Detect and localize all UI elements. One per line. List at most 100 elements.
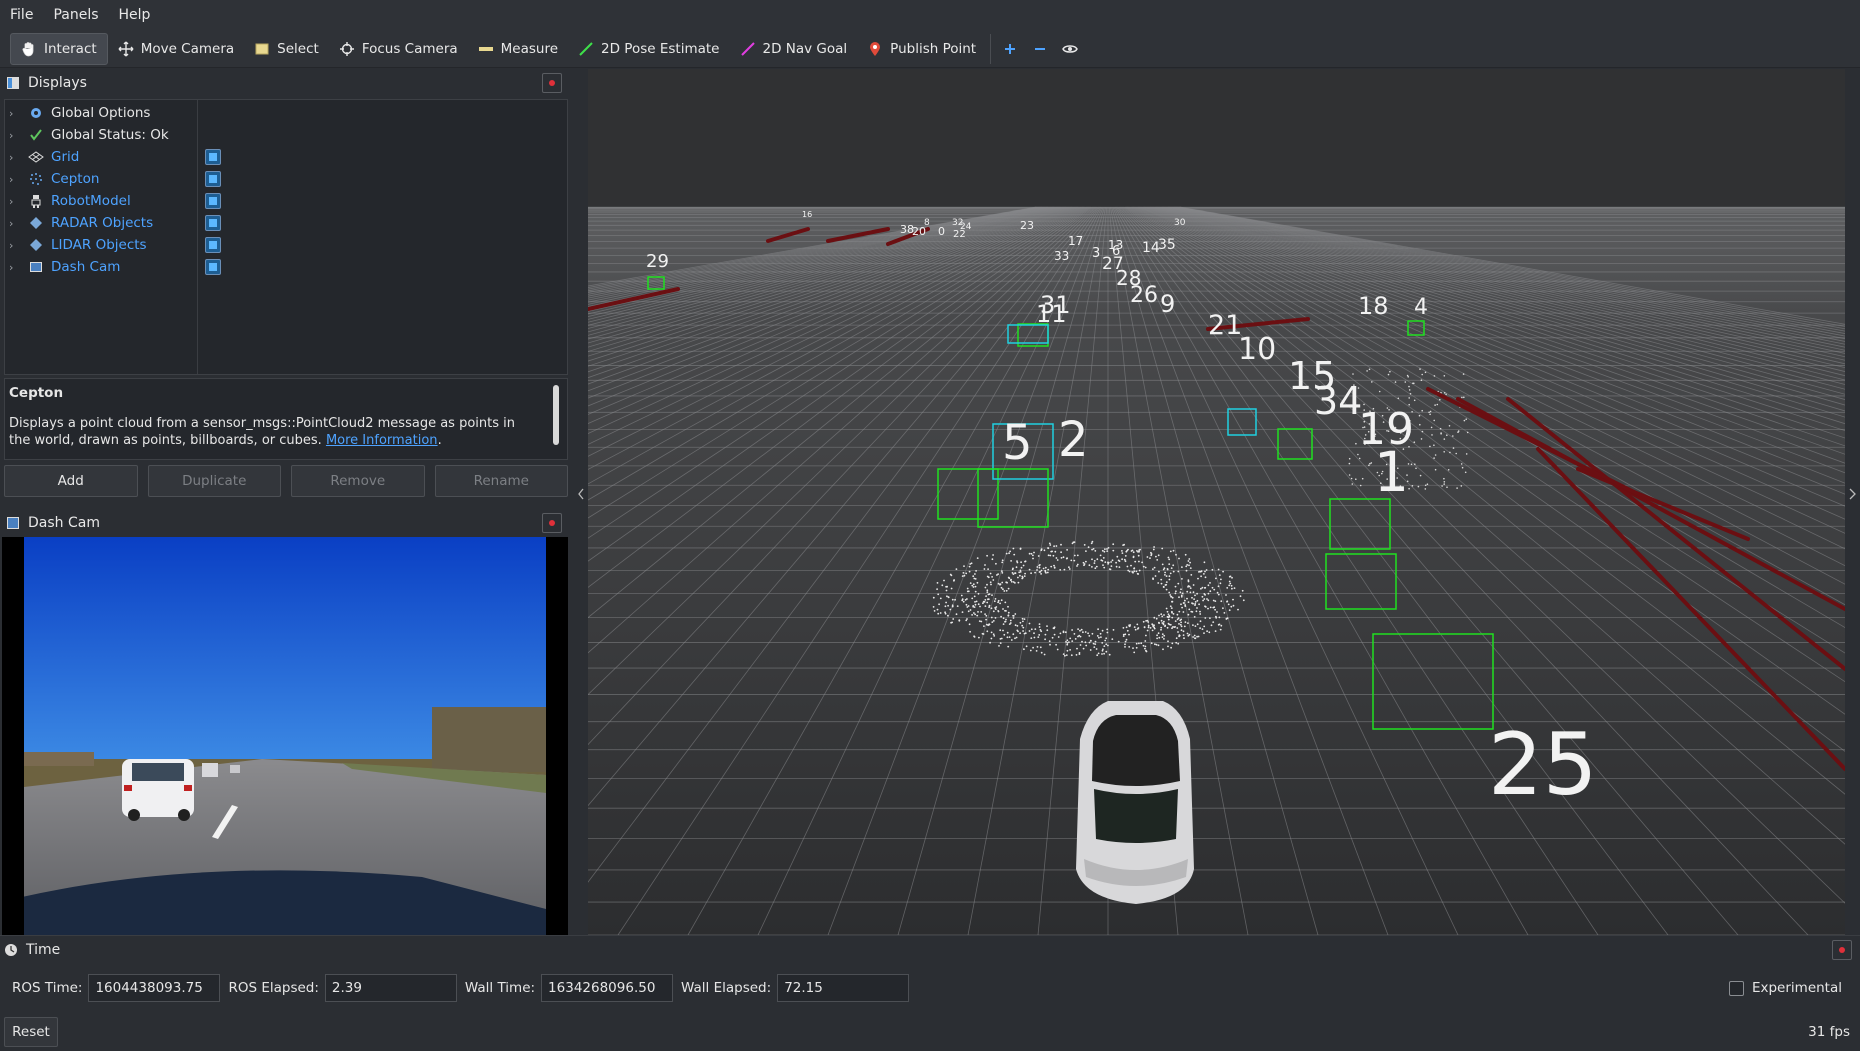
- display-enabled-checkbox[interactable]: [205, 171, 221, 187]
- expand-arrow-icon[interactable]: ›: [9, 151, 23, 164]
- cloud-point: [1087, 632, 1089, 635]
- cloud-point: [1433, 457, 1435, 459]
- select-tool-button[interactable]: Select: [244, 33, 329, 65]
- collapse-right-icon[interactable]: [1845, 69, 1860, 935]
- cloud-point: [1107, 547, 1110, 549]
- cloud-point: [1153, 546, 1155, 548]
- cloud-point: [1040, 573, 1042, 575]
- display-enabled-checkbox[interactable]: [205, 259, 221, 275]
- expand-arrow-icon[interactable]: ›: [9, 195, 23, 208]
- cloud-point: [1176, 627, 1179, 629]
- object-id-label: 23: [1020, 219, 1034, 232]
- expand-arrow-icon[interactable]: ›: [9, 217, 23, 230]
- cloud-point: [965, 572, 968, 575]
- cloud-point: [1355, 442, 1357, 445]
- menu-panels[interactable]: Panels: [43, 7, 108, 23]
- time-close-button[interactable]: [1832, 940, 1852, 960]
- cloud-point: [1136, 628, 1139, 630]
- display-enabled-checkbox[interactable]: [205, 237, 221, 253]
- wall-time-field[interactable]: 1634268096.50: [541, 974, 674, 1002]
- menu-help[interactable]: Help: [109, 7, 161, 23]
- cloud-point: [1059, 632, 1062, 635]
- cloud-point: [1124, 560, 1127, 563]
- nav-goal-button[interactable]: 2D Nav Goal: [730, 33, 858, 65]
- expand-arrow-icon[interactable]: ›: [9, 173, 23, 186]
- cloud-point: [982, 633, 985, 635]
- cloud-point: [1070, 654, 1073, 657]
- cloud-point: [1192, 591, 1195, 594]
- toggle-visibility-button[interactable]: [1055, 33, 1085, 65]
- rename-button[interactable]: Rename: [434, 465, 568, 497]
- cloud-point: [951, 598, 954, 601]
- cloud-point: [1055, 545, 1058, 547]
- pose-estimate-button[interactable]: 2D Pose Estimate: [568, 33, 729, 65]
- remove-button[interactable]: Remove: [291, 465, 425, 497]
- expand-arrow-icon[interactable]: ›: [9, 107, 23, 120]
- cloud-point: [1166, 610, 1169, 613]
- experimental-checkbox[interactable]: [1728, 980, 1744, 996]
- cloud-point: [950, 621, 952, 624]
- cloud-point: [1007, 614, 1010, 617]
- display-enabled-checkbox[interactable]: [205, 149, 221, 165]
- cloud-point: [1068, 568, 1071, 570]
- cloud-point: [1019, 571, 1022, 573]
- publish-point-button[interactable]: Publish Point: [857, 33, 986, 65]
- cloud-point: [1047, 554, 1050, 557]
- interact-tool-button[interactable]: Interact: [10, 32, 108, 65]
- cloud-point: [1186, 590, 1189, 593]
- description-scrollbar[interactable]: [553, 385, 559, 445]
- expand-arrow-icon[interactable]: ›: [9, 261, 23, 274]
- cloud-point: [1433, 444, 1435, 447]
- cloud-point: [1182, 611, 1185, 613]
- remove-tool-button[interactable]: [1025, 33, 1055, 65]
- cloud-point: [1169, 623, 1172, 626]
- cloud-point: [1218, 623, 1221, 626]
- expand-arrow-icon[interactable]: ›: [9, 239, 23, 252]
- cloud-point: [1186, 632, 1189, 635]
- displays-close-button[interactable]: [542, 73, 562, 93]
- cloud-point: [976, 581, 979, 584]
- cloud-point: [1052, 627, 1055, 630]
- ros-time-field[interactable]: 1604438093.75: [88, 974, 221, 1002]
- cloud-point: [1138, 642, 1140, 645]
- cloud-point: [1164, 584, 1167, 586]
- cloud-point: [1006, 631, 1009, 634]
- more-information-link[interactable]: More Information: [326, 433, 438, 448]
- move-camera-button[interactable]: Move Camera: [108, 33, 244, 65]
- cloud-point: [1177, 642, 1180, 645]
- cloud-point: [951, 604, 954, 607]
- display-item-dash-cam[interactable]: › Dash Cam: [5, 254, 567, 280]
- expand-arrow-icon[interactable]: ›: [9, 129, 23, 142]
- cloud-point: [955, 568, 958, 570]
- cloud-point: [1107, 644, 1109, 647]
- duplicate-button[interactable]: Duplicate: [147, 465, 281, 497]
- reset-button[interactable]: Reset: [4, 1017, 58, 1047]
- menu-file[interactable]: File: [0, 7, 43, 23]
- cloud-point: [1180, 625, 1183, 628]
- cloud-point: [1033, 636, 1036, 639]
- cloud-point: [1192, 584, 1195, 586]
- ros-elapsed-field[interactable]: 2.39: [324, 974, 457, 1002]
- cloud-point: [974, 601, 976, 603]
- cloud-point: [1203, 632, 1205, 634]
- experimental-toggle[interactable]: Experimental: [1728, 980, 1842, 996]
- panel-splitter[interactable]: [575, 69, 587, 935]
- wall-elapsed-field[interactable]: 72.15: [777, 974, 910, 1002]
- cloud-point: [1180, 594, 1183, 597]
- display-enabled-checkbox[interactable]: [205, 215, 221, 231]
- add-tool-button[interactable]: [995, 33, 1025, 65]
- cloud-point: [967, 590, 970, 593]
- measure-button[interactable]: Measure: [468, 33, 568, 65]
- cloud-point: [1209, 582, 1211, 584]
- focus-camera-button[interactable]: Focus Camera: [329, 33, 468, 65]
- add-button[interactable]: Add: [4, 465, 138, 497]
- cloud-point: [1012, 567, 1014, 570]
- 3d-viewport[interactable]: 29 16 38 20 8 0 32 24 22 23 17 13 6 33 14 35 30 3 27 28 26 9 2…: [588, 69, 1845, 935]
- dash-cam-close-button[interactable]: [542, 513, 562, 533]
- collapse-left-icon[interactable]: [575, 69, 587, 935]
- cloud-point: [1066, 649, 1069, 652]
- display-enabled-checkbox[interactable]: [205, 193, 221, 209]
- 3d-scene[interactable]: 29163820803224222317 13633 1435303272826 92…: [588, 69, 1845, 935]
- cloud-point: [1132, 551, 1135, 554]
- cloud-point: [1165, 588, 1168, 591]
